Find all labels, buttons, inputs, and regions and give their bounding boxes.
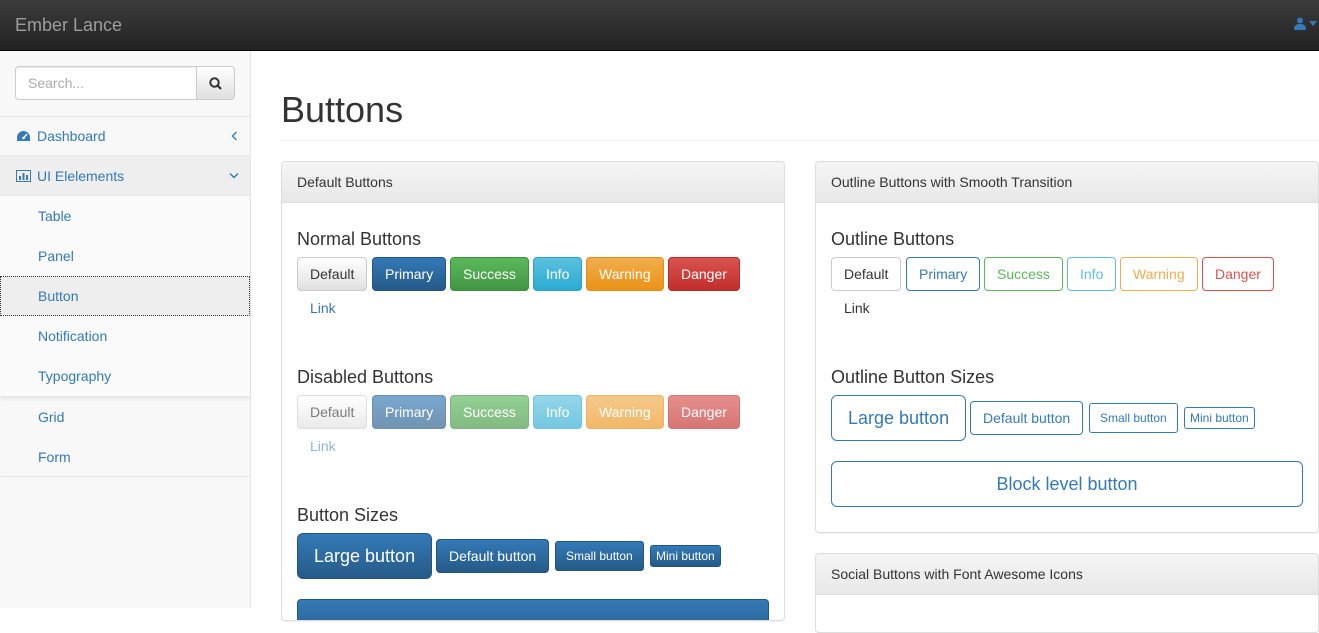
dashboard-icon bbox=[16, 129, 32, 143]
page-header: Buttons bbox=[281, 88, 1319, 141]
bar-chart-icon bbox=[16, 169, 32, 183]
info-button[interactable]: Info bbox=[533, 257, 583, 291]
sidebar-subitem-panel[interactable]: Panel bbox=[0, 236, 250, 276]
outline-large-button[interactable]: Large button bbox=[831, 395, 966, 441]
outline-primary-button[interactable]: Primary bbox=[906, 257, 981, 291]
outline-link-button[interactable]: Link bbox=[831, 291, 883, 325]
page-title: Buttons bbox=[281, 89, 404, 130]
warning-button[interactable]: Warning bbox=[586, 257, 664, 291]
outline-default-size-button[interactable]: Default button bbox=[970, 401, 1084, 435]
danger-button[interactable]: Danger bbox=[668, 257, 740, 291]
primary-button[interactable]: Primary bbox=[372, 257, 447, 291]
sidebar-subitem-notification[interactable]: Notification bbox=[0, 316, 250, 356]
panel-heading: Outline Buttons with Smooth Transition bbox=[816, 162, 1318, 203]
subitem-label: Notification bbox=[38, 328, 108, 344]
sidebar-submenu: Table Panel Button Notification Typograp… bbox=[0, 196, 250, 397]
top-navbar: Ember Lance bbox=[0, 0, 1319, 51]
link-button-disabled: Link bbox=[310, 438, 336, 454]
sidebar-item-label: UI Elelements bbox=[37, 167, 125, 184]
subitem-label: Button bbox=[38, 288, 79, 304]
search-button[interactable] bbox=[197, 66, 235, 100]
sidebar-item-grid[interactable]: Grid bbox=[0, 397, 250, 437]
default-size-button[interactable]: Default button bbox=[436, 539, 550, 573]
outline-warning-button[interactable]: Warning bbox=[1120, 257, 1198, 291]
outline-danger-button[interactable]: Danger bbox=[1202, 257, 1274, 291]
section-title: Outline Buttons bbox=[831, 229, 955, 249]
link-button[interactable]: Link bbox=[297, 291, 349, 325]
default-button-disabled: Default bbox=[297, 395, 368, 429]
outline-mini-button[interactable]: Mini button bbox=[1184, 407, 1255, 429]
mini-button[interactable]: Mini button bbox=[650, 545, 721, 567]
subitem-label: Typography bbox=[38, 368, 112, 384]
panel-heading: Default Buttons bbox=[282, 162, 784, 203]
default-button[interactable]: Default bbox=[297, 257, 368, 291]
sidebar-subitem-table[interactable]: Table bbox=[0, 196, 250, 236]
danger-button-disabled: Danger bbox=[668, 395, 740, 429]
success-button[interactable]: Success bbox=[450, 257, 529, 291]
user-menu[interactable] bbox=[1294, 17, 1317, 30]
sidebar-search bbox=[15, 66, 235, 100]
large-button[interactable]: Large button bbox=[297, 533, 433, 579]
section-title: Button Sizes bbox=[297, 505, 399, 525]
search-icon bbox=[209, 76, 222, 90]
section-title: Disabled Buttons bbox=[297, 367, 434, 387]
sidebar-item-ui-elements[interactable]: UI Elelements bbox=[0, 156, 250, 196]
item-label: Grid bbox=[38, 409, 65, 425]
search-input[interactable] bbox=[15, 66, 197, 100]
section-title: Outline Button Sizes bbox=[831, 367, 995, 387]
block-button[interactable] bbox=[297, 599, 769, 620]
info-button-disabled: Info bbox=[533, 395, 583, 429]
chevron-left-icon bbox=[231, 131, 237, 141]
small-button[interactable]: Small button bbox=[555, 541, 644, 571]
success-button-disabled: Success bbox=[450, 395, 529, 429]
warning-button-disabled: Warning bbox=[586, 395, 664, 429]
sidebar-nav: Dashboard UI Elelements Table Panel Butt… bbox=[0, 116, 250, 477]
sidebar-subitem-typography[interactable]: Typography bbox=[0, 356, 250, 396]
primary-button-disabled: Primary bbox=[372, 395, 447, 429]
social-buttons-panel: Social Buttons with Font Awesome Icons bbox=[815, 553, 1319, 633]
section-title: Normal Buttons bbox=[297, 229, 422, 249]
user-icon bbox=[1294, 17, 1306, 30]
sidebar: Dashboard UI Elelements Table Panel bbox=[0, 51, 251, 608]
outline-small-button[interactable]: Small button bbox=[1089, 403, 1178, 433]
sidebar-subitem-button[interactable]: Button bbox=[0, 276, 250, 316]
sidebar-item-label: Dashboard bbox=[37, 128, 106, 144]
sidebar-item-dashboard[interactable]: Dashboard bbox=[0, 116, 250, 156]
subitem-label: Panel bbox=[38, 248, 74, 264]
outline-success-button[interactable]: Success bbox=[984, 257, 1063, 291]
sidebar-item-form[interactable]: Form bbox=[0, 437, 250, 477]
default-buttons-panel: Default Buttons Normal Buttons Default P… bbox=[281, 161, 785, 621]
outline-buttons-panel: Outline Buttons with Smooth Transition O… bbox=[815, 161, 1319, 533]
outline-block-button[interactable]: Block level button bbox=[831, 461, 1303, 507]
panel-heading: Social Buttons with Font Awesome Icons bbox=[816, 554, 1318, 595]
brand-title[interactable]: Ember Lance bbox=[15, 15, 122, 36]
outline-info-button[interactable]: Info bbox=[1067, 257, 1117, 291]
subitem-label: Table bbox=[38, 208, 72, 224]
chevron-down-icon bbox=[229, 173, 239, 179]
caret-down-icon bbox=[1309, 21, 1317, 26]
item-label: Form bbox=[38, 449, 71, 465]
outline-default-button[interactable]: Default bbox=[831, 257, 902, 291]
